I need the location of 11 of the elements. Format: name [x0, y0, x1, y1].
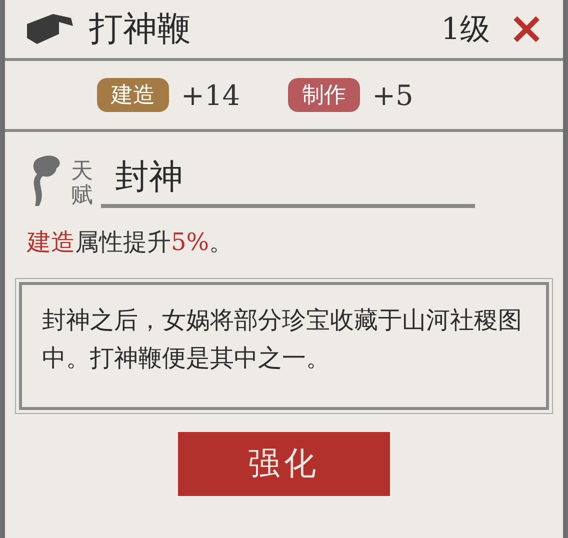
item-title: 打神鞭 — [89, 8, 192, 51]
level-label: 1级 — [441, 10, 490, 48]
talent-tag: 天赋 — [71, 160, 93, 208]
upgrade-button[interactable]: 强化 — [178, 432, 390, 496]
effect-text: 建造属性提升5%。 — [26, 227, 234, 258]
stat-value: +14 — [181, 78, 240, 112]
stat-value: +5 — [372, 78, 414, 112]
talent-name: 封神 — [101, 154, 475, 208]
stat-badge: 建造 — [97, 78, 169, 112]
close-button[interactable]: × — [504, 7, 549, 51]
stat-badge: 制作 — [288, 78, 360, 112]
